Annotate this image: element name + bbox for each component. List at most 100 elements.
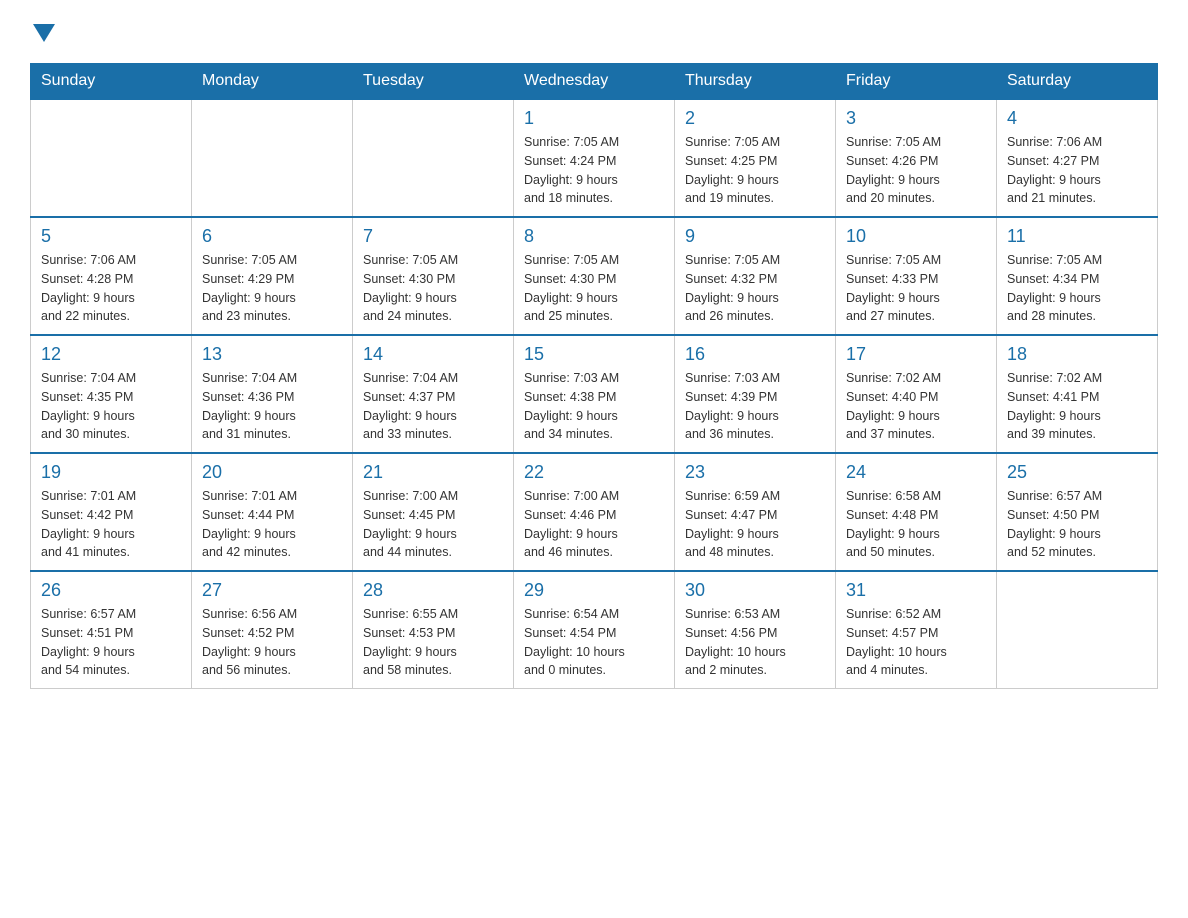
calendar-cell: 22 Sunrise: 7:00 AM Sunset: 4:46 PM Dayli… [514, 453, 675, 571]
day-number: 14 [363, 344, 503, 365]
day-info: Sunrise: 7:04 AM Sunset: 4:36 PM Dayligh… [202, 369, 342, 444]
day-info: Sunrise: 7:05 AM Sunset: 4:33 PM Dayligh… [846, 251, 986, 326]
day-info: Sunrise: 7:04 AM Sunset: 4:35 PM Dayligh… [41, 369, 181, 444]
day-info: Sunrise: 6:54 AM Sunset: 4:54 PM Dayligh… [524, 605, 664, 680]
day-info: Sunrise: 7:03 AM Sunset: 4:38 PM Dayligh… [524, 369, 664, 444]
day-number: 9 [685, 226, 825, 247]
day-info: Sunrise: 6:59 AM Sunset: 4:47 PM Dayligh… [685, 487, 825, 562]
day-number: 29 [524, 580, 664, 601]
day-info: Sunrise: 6:57 AM Sunset: 4:50 PM Dayligh… [1007, 487, 1147, 562]
day-number: 17 [846, 344, 986, 365]
day-number: 23 [685, 462, 825, 483]
day-info: Sunrise: 7:04 AM Sunset: 4:37 PM Dayligh… [363, 369, 503, 444]
calendar-cell: 1 Sunrise: 7:05 AM Sunset: 4:24 PM Daylig… [514, 99, 675, 217]
day-info: Sunrise: 6:56 AM Sunset: 4:52 PM Dayligh… [202, 605, 342, 680]
calendar-cell: 5Sunrise: 7:06 AM Sunset: 4:28 PM Daylig… [31, 217, 192, 335]
calendar-cell: 3Sunrise: 7:05 AM Sunset: 4:26 PM Daylig… [836, 99, 997, 217]
calendar-cell: 24 Sunrise: 6:58 AM Sunset: 4:48 PM Dayli… [836, 453, 997, 571]
day-info: Sunrise: 7:00 AM Sunset: 4:45 PM Dayligh… [363, 487, 503, 562]
calendar-cell: 18 Sunrise: 7:02 AM Sunset: 4:41 PM Dayli… [997, 335, 1158, 453]
day-info: Sunrise: 7:01 AM Sunset: 4:44 PM Dayligh… [202, 487, 342, 562]
day-number: 31 [846, 580, 986, 601]
day-number: 7 [363, 226, 503, 247]
calendar-cell: 11 Sunrise: 7:05 AM Sunset: 4:34 PM Dayli… [997, 217, 1158, 335]
column-header-monday: Monday [192, 64, 353, 100]
day-info: Sunrise: 6:58 AM Sunset: 4:48 PM Dayligh… [846, 487, 986, 562]
column-header-thursday: Thursday [675, 64, 836, 100]
day-info: Sunrise: 7:00 AM Sunset: 4:46 PM Dayligh… [524, 487, 664, 562]
day-number: 26 [41, 580, 181, 601]
column-header-friday: Friday [836, 64, 997, 100]
day-number: 27 [202, 580, 342, 601]
calendar-cell [997, 571, 1158, 689]
day-number: 24 [846, 462, 986, 483]
day-number: 13 [202, 344, 342, 365]
calendar-cell: 25Sunrise: 6:57 AM Sunset: 4:50 PM Dayli… [997, 453, 1158, 571]
day-info: Sunrise: 7:05 AM Sunset: 4:25 PM Dayligh… [685, 133, 825, 208]
calendar-table: SundayMondayTuesdayWednesdayThursdayFrid… [30, 63, 1158, 689]
day-info: Sunrise: 6:53 AM Sunset: 4:56 PM Dayligh… [685, 605, 825, 680]
calendar-cell: 2 Sunrise: 7:05 AM Sunset: 4:25 PM Daylig… [675, 99, 836, 217]
day-number: 11 [1007, 226, 1147, 247]
calendar-cell: 17 Sunrise: 7:02 AM Sunset: 4:40 PM Dayli… [836, 335, 997, 453]
logo [30, 20, 55, 43]
calendar-cell: 8 Sunrise: 7:05 AM Sunset: 4:30 PM Daylig… [514, 217, 675, 335]
day-info: Sunrise: 6:57 AM Sunset: 4:51 PM Dayligh… [41, 605, 181, 680]
day-number: 20 [202, 462, 342, 483]
day-number: 1 [524, 108, 664, 129]
day-info: Sunrise: 7:06 AM Sunset: 4:28 PM Dayligh… [41, 251, 181, 326]
day-number: 21 [363, 462, 503, 483]
day-number: 10 [846, 226, 986, 247]
day-number: 3 [846, 108, 986, 129]
day-number: 19 [41, 462, 181, 483]
day-info: Sunrise: 6:55 AM Sunset: 4:53 PM Dayligh… [363, 605, 503, 680]
calendar-cell: 15 Sunrise: 7:03 AM Sunset: 4:38 PM Dayli… [514, 335, 675, 453]
calendar-cell [353, 99, 514, 217]
calendar-cell: 9 Sunrise: 7:05 AM Sunset: 4:32 PM Daylig… [675, 217, 836, 335]
calendar-cell: 30 Sunrise: 6:53 AM Sunset: 4:56 PM Dayli… [675, 571, 836, 689]
day-info: Sunrise: 7:05 AM Sunset: 4:34 PM Dayligh… [1007, 251, 1147, 326]
day-info: Sunrise: 7:06 AM Sunset: 4:27 PM Dayligh… [1007, 133, 1147, 208]
logo-arrow-icon [33, 24, 55, 42]
day-info: Sunrise: 7:02 AM Sunset: 4:40 PM Dayligh… [846, 369, 986, 444]
day-number: 22 [524, 462, 664, 483]
day-info: Sunrise: 7:05 AM Sunset: 4:30 PM Dayligh… [524, 251, 664, 326]
week-row-4: 19 Sunrise: 7:01 AM Sunset: 4:42 PM Dayli… [31, 453, 1158, 571]
day-number: 16 [685, 344, 825, 365]
calendar-cell: 29 Sunrise: 6:54 AM Sunset: 4:54 PM Dayli… [514, 571, 675, 689]
day-number: 8 [524, 226, 664, 247]
day-number: 30 [685, 580, 825, 601]
day-number: 2 [685, 108, 825, 129]
day-info: Sunrise: 7:02 AM Sunset: 4:41 PM Dayligh… [1007, 369, 1147, 444]
column-header-saturday: Saturday [997, 64, 1158, 100]
day-info: Sunrise: 7:01 AM Sunset: 4:42 PM Dayligh… [41, 487, 181, 562]
day-info: Sunrise: 7:05 AM Sunset: 4:24 PM Dayligh… [524, 133, 664, 208]
calendar-cell: 6 Sunrise: 7:05 AM Sunset: 4:29 PM Daylig… [192, 217, 353, 335]
day-number: 6 [202, 226, 342, 247]
day-number: 18 [1007, 344, 1147, 365]
day-number: 15 [524, 344, 664, 365]
day-info: Sunrise: 6:52 AM Sunset: 4:57 PM Dayligh… [846, 605, 986, 680]
day-info: Sunrise: 7:05 AM Sunset: 4:29 PM Dayligh… [202, 251, 342, 326]
calendar-cell: 7 Sunrise: 7:05 AM Sunset: 4:30 PM Daylig… [353, 217, 514, 335]
calendar-cell: 20 Sunrise: 7:01 AM Sunset: 4:44 PM Dayli… [192, 453, 353, 571]
day-number: 12 [41, 344, 181, 365]
day-info: Sunrise: 7:05 AM Sunset: 4:30 PM Dayligh… [363, 251, 503, 326]
calendar-header-row: SundayMondayTuesdayWednesdayThursdayFrid… [31, 64, 1158, 100]
page-header [30, 20, 1158, 43]
calendar-cell: 27 Sunrise: 6:56 AM Sunset: 4:52 PM Dayli… [192, 571, 353, 689]
column-header-wednesday: Wednesday [514, 64, 675, 100]
week-row-5: 26 Sunrise: 6:57 AM Sunset: 4:51 PM Dayli… [31, 571, 1158, 689]
calendar-cell: 31 Sunrise: 6:52 AM Sunset: 4:57 PM Dayli… [836, 571, 997, 689]
day-info: Sunrise: 7:03 AM Sunset: 4:39 PM Dayligh… [685, 369, 825, 444]
calendar-cell: 28 Sunrise: 6:55 AM Sunset: 4:53 PM Dayli… [353, 571, 514, 689]
calendar-cell: 26 Sunrise: 6:57 AM Sunset: 4:51 PM Dayli… [31, 571, 192, 689]
week-row-3: 12 Sunrise: 7:04 AM Sunset: 4:35 PM Dayli… [31, 335, 1158, 453]
day-number: 28 [363, 580, 503, 601]
day-number: 4 [1007, 108, 1147, 129]
calendar-cell [31, 99, 192, 217]
calendar-cell: 14 Sunrise: 7:04 AM Sunset: 4:37 PM Dayli… [353, 335, 514, 453]
calendar-cell: 10 Sunrise: 7:05 AM Sunset: 4:33 PM Dayli… [836, 217, 997, 335]
day-info: Sunrise: 7:05 AM Sunset: 4:32 PM Dayligh… [685, 251, 825, 326]
calendar-cell: 4 Sunrise: 7:06 AM Sunset: 4:27 PM Daylig… [997, 99, 1158, 217]
